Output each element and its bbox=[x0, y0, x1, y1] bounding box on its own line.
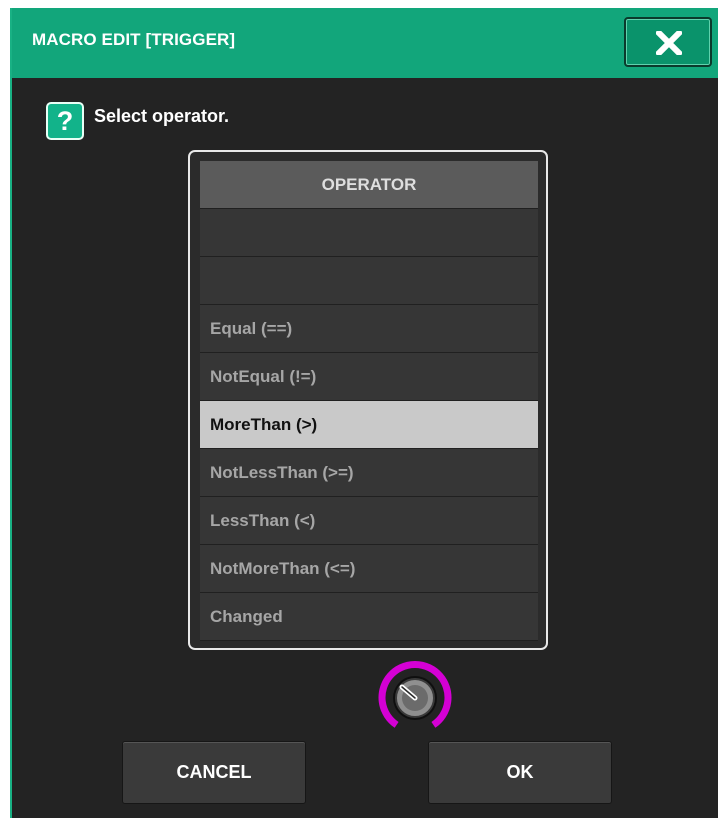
list-item-more-than[interactable]: MoreThan (>) bbox=[200, 401, 538, 449]
macro-edit-dialog: MACRO EDIT [TRIGGER] ? Select operator. … bbox=[10, 8, 718, 818]
ok-button[interactable]: OK bbox=[428, 741, 612, 804]
list-item-equal[interactable]: Equal (==) bbox=[200, 305, 538, 353]
cancel-button[interactable]: CANCEL bbox=[122, 741, 306, 804]
list-item-less-than[interactable]: LessThan (<) bbox=[200, 497, 538, 545]
title-bar: MACRO EDIT [TRIGGER] bbox=[12, 8, 718, 78]
list-item-empty-1[interactable] bbox=[200, 209, 538, 257]
help-icon-glyph: ? bbox=[56, 106, 74, 136]
list-item-not-equal[interactable]: NotEqual (!=) bbox=[200, 353, 538, 401]
close-icon bbox=[656, 31, 682, 55]
list-item-empty-2[interactable] bbox=[200, 257, 538, 305]
list-item-not-less-than[interactable]: NotLessThan (>=) bbox=[200, 449, 538, 497]
list-item-not-more-than[interactable]: NotMoreThan (<=) bbox=[200, 545, 538, 593]
rotary-knob-icon[interactable] bbox=[377, 660, 453, 736]
close-button[interactable] bbox=[624, 17, 712, 67]
operator-list-header: OPERATOR bbox=[200, 161, 538, 209]
dialog-title: MACRO EDIT [TRIGGER] bbox=[32, 30, 236, 49]
operator-list: OPERATOR Equal (==) NotEqual (!=) MoreTh… bbox=[188, 150, 548, 650]
help-icon: ? bbox=[46, 102, 84, 140]
list-item-changed[interactable]: Changed bbox=[200, 593, 538, 641]
prompt-text: Select operator. bbox=[94, 106, 230, 126]
